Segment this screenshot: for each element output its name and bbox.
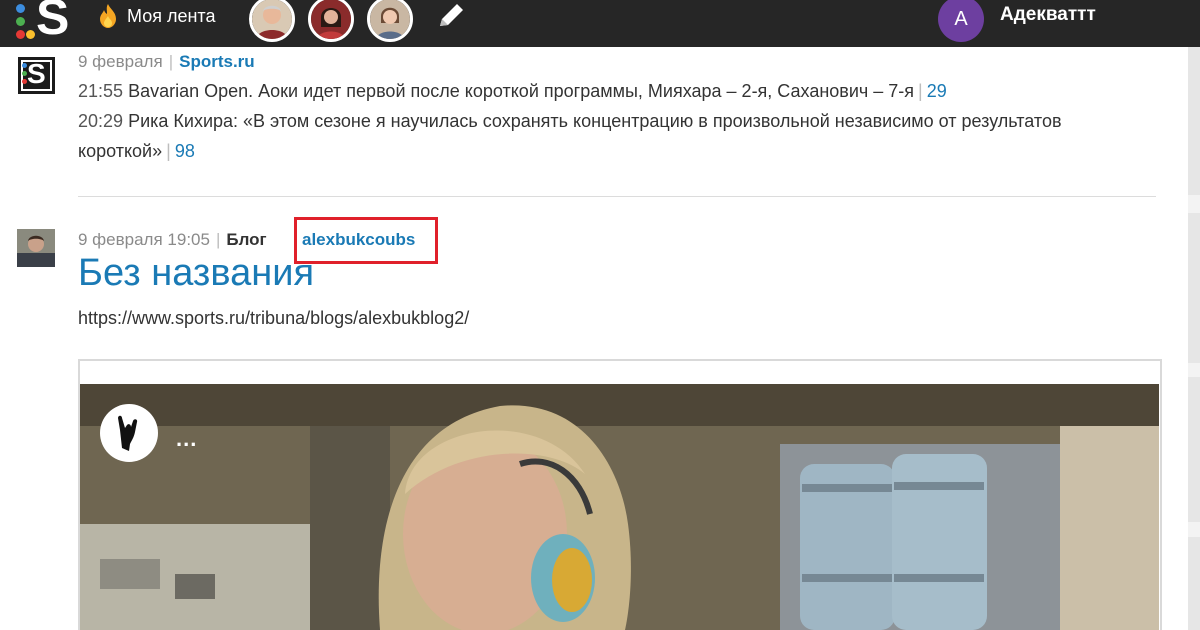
flame-icon xyxy=(100,4,116,28)
coub-video-player[interactable]: ... xyxy=(80,384,1159,630)
top-navigation-bar: S Моя лента А Адекваттт xyxy=(0,0,1200,47)
subscription-avatar[interactable] xyxy=(249,0,295,42)
logo-dot xyxy=(26,30,35,39)
post-url[interactable]: https://www.sports.ru/tribuna/blogs/alex… xyxy=(78,308,469,329)
video-more-options[interactable]: ... xyxy=(176,426,197,452)
news-time: 20:29 xyxy=(78,111,124,131)
rock-hand-icon xyxy=(118,415,138,451)
post-meta: 9 февраля 19:05 | Блог xyxy=(78,230,267,249)
video-frame-image xyxy=(80,384,1159,630)
subscription-avatar[interactable] xyxy=(308,0,354,42)
subscription-avatar[interactable] xyxy=(367,0,413,42)
person-avatar-image xyxy=(311,0,351,39)
entry-meta: 9 февраля | Sports.ru xyxy=(78,52,255,71)
news-time: 21:55 xyxy=(78,81,124,101)
comments-count[interactable]: 98 xyxy=(175,141,195,161)
highlight-box xyxy=(294,217,438,264)
my-feed-link[interactable]: Моя лента xyxy=(97,0,215,32)
logo-dot xyxy=(16,17,25,26)
page-edge xyxy=(1188,47,1200,630)
sports-ru-logo[interactable]: S xyxy=(14,0,72,44)
user-avatar[interactable]: А xyxy=(938,0,984,42)
source-icon-letter: S xyxy=(27,58,46,89)
logo-dot xyxy=(16,4,25,13)
news-item: 20:29 Рика Кихира: «В этом сезоне я науч… xyxy=(78,111,1062,161)
entry-divider xyxy=(78,196,1156,197)
person-avatar-image xyxy=(252,0,292,39)
news-headline[interactable]: Рика Кихира: «В этом сезоне я научилась … xyxy=(78,111,1062,161)
coub-logo-icon[interactable] xyxy=(100,404,158,462)
post-datetime: 9 февраля 19:05 xyxy=(78,230,210,249)
news-headline[interactable]: Bavarian Open. Аоки идет первой после ко… xyxy=(128,81,914,101)
blog-label: Блог xyxy=(226,230,267,249)
comments-count[interactable]: 29 xyxy=(927,81,947,101)
source-link[interactable]: Sports.ru xyxy=(179,52,255,71)
user-name[interactable]: Адекваттт xyxy=(1000,4,1096,26)
logo-dot xyxy=(16,30,25,39)
author-avatar-image xyxy=(17,229,55,267)
post-title[interactable]: Без названия xyxy=(78,252,314,295)
person-avatar-image xyxy=(370,0,410,39)
entry-date: 9 февраля xyxy=(78,52,163,71)
logo-letter: S xyxy=(36,0,70,45)
pencil-icon[interactable] xyxy=(434,0,468,32)
user-initial: А xyxy=(954,7,968,30)
my-feed-label: Моя лента xyxy=(127,5,216,26)
sports-ru-source-icon[interactable]: S xyxy=(18,57,55,94)
news-item: 21:55 Bavarian Open. Аоки идет первой по… xyxy=(78,81,947,101)
author-avatar[interactable] xyxy=(17,229,55,267)
